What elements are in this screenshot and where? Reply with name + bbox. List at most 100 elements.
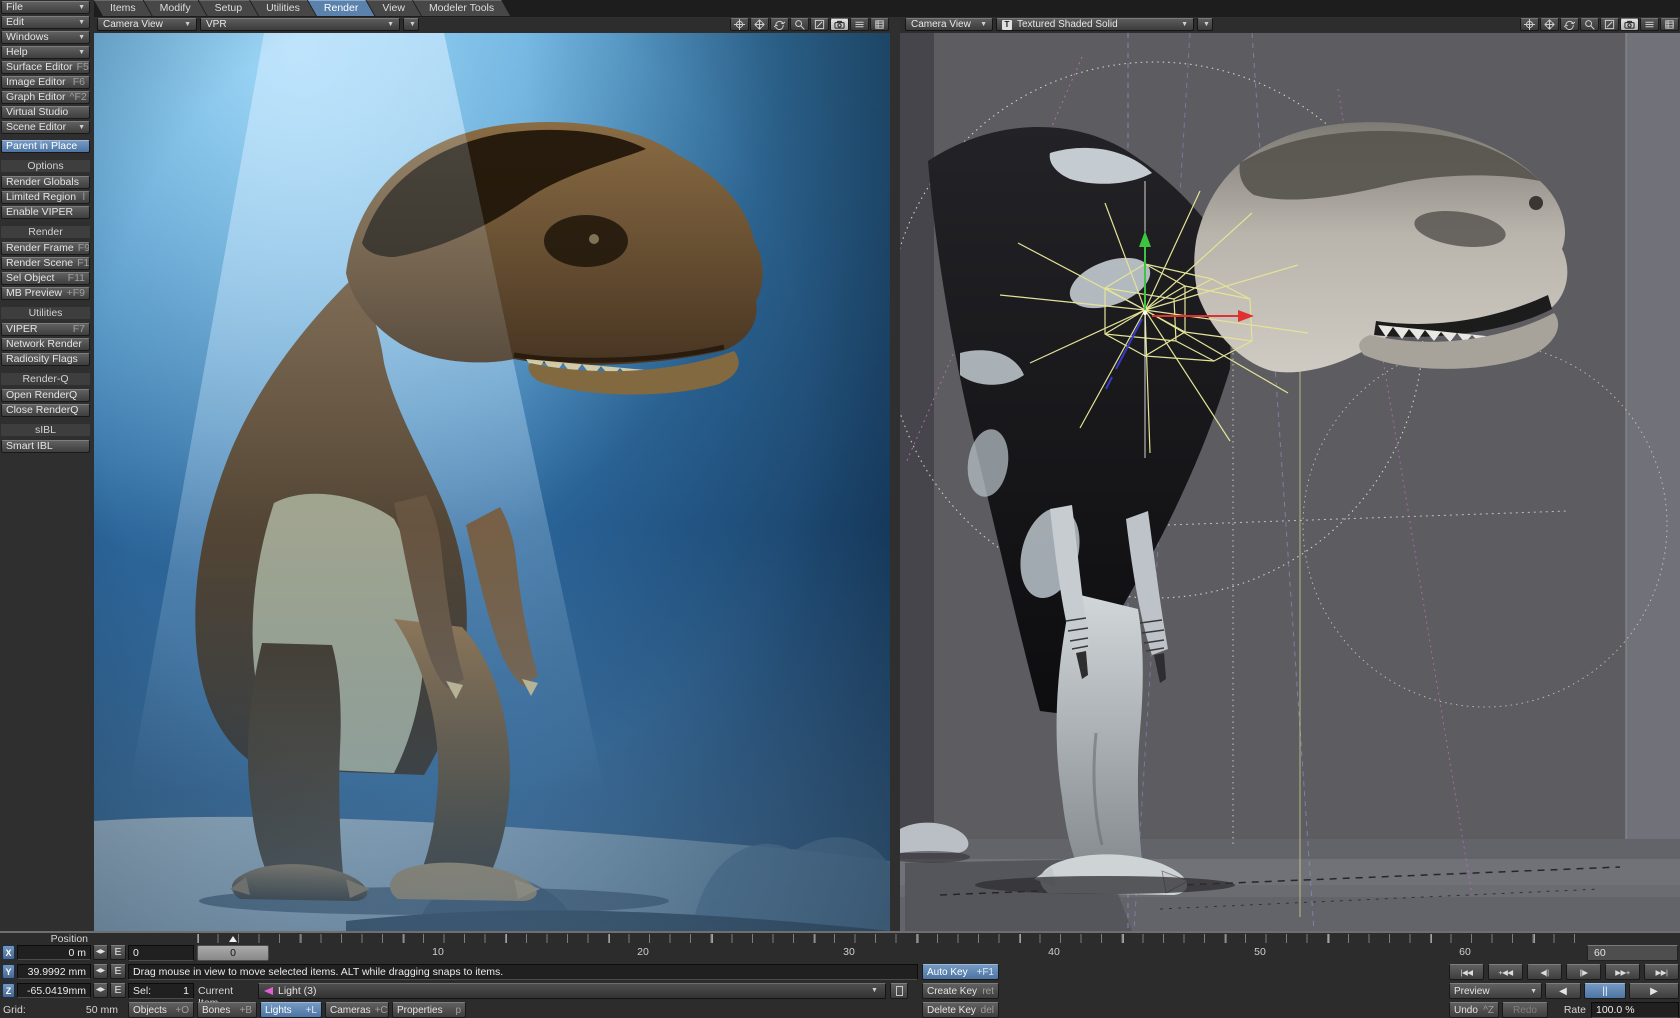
edit-objects-button[interactable]: Objects+O	[128, 1002, 194, 1018]
tab-utilities[interactable]: Utilities	[250, 0, 316, 16]
record-view-icon[interactable]	[1660, 18, 1679, 31]
z-envelope-button[interactable]: E	[110, 983, 126, 998]
right-viewport-options-dropdown[interactable]: ▼	[1197, 18, 1213, 31]
image-editor-button[interactable]: Image EditorF6	[1, 76, 90, 89]
create-key-button[interactable]: Create Keyret	[922, 983, 999, 999]
tab-render[interactable]: Render	[308, 0, 374, 16]
pause-button[interactable]: ||	[1584, 983, 1626, 999]
parent-in-place-button[interactable]: Parent in Place	[1, 140, 90, 153]
left-viewport-canvas[interactable]	[94, 33, 890, 931]
edit-cameras-button[interactable]: Cameras+C	[325, 1002, 389, 1018]
rate-label: Rate	[1552, 1004, 1586, 1016]
position-y-field[interactable]: 39.9992 mm	[17, 964, 91, 979]
render-globals-button[interactable]: Render Globals	[1, 176, 90, 189]
y-stepper[interactable]: ◀▶	[93, 964, 108, 979]
go-last-frame-button[interactable]: ▶▶|	[1644, 964, 1679, 980]
x-stepper[interactable]: ◀▶	[93, 945, 108, 960]
prev-frame-button[interactable]: ◀||	[1527, 964, 1562, 980]
menu-help[interactable]: Help▼	[1, 46, 90, 59]
delete-key-button[interactable]: Delete Keydel	[922, 1002, 999, 1018]
center-item-icon[interactable]	[730, 18, 749, 31]
center-item-icon[interactable]	[1520, 18, 1539, 31]
zoom-view-icon[interactable]	[790, 18, 809, 31]
timeline-ruler[interactable]	[197, 934, 1584, 943]
enable-viper-button[interactable]: Enable VIPER	[1, 206, 90, 219]
camera-view-toggle-icon[interactable]	[830, 18, 849, 31]
position-z-field[interactable]: -65.0419mm	[17, 983, 91, 998]
next-frame-button[interactable]: ||▶	[1566, 964, 1601, 980]
chevron-down-icon[interactable]: ▼	[868, 987, 878, 994]
render-scene-button[interactable]: Render SceneF10	[1, 257, 90, 270]
go-first-frame-button[interactable]: |◀◀	[1449, 964, 1484, 980]
position-x-field[interactable]: 0 m	[17, 945, 91, 960]
auto-key-button[interactable]: Auto Key+F1	[922, 964, 999, 980]
network-render-button[interactable]: Network Render	[1, 338, 90, 351]
play-reverse-button[interactable]: ◀	[1545, 983, 1581, 999]
tab-modify[interactable]: Modify	[144, 0, 207, 16]
timeline-slider-handle[interactable]: 0	[197, 945, 269, 961]
edit-bones-button[interactable]: Bones+B	[197, 1002, 257, 1018]
next-key-button[interactable]: ▶▶+	[1605, 964, 1640, 980]
axis-x-button[interactable]: X	[2, 945, 15, 960]
close-renderq-button[interactable]: Close RenderQ	[1, 404, 90, 417]
right-view-type-dropdown[interactable]: Camera View▼	[905, 18, 993, 31]
label: Smart IBL	[6, 441, 53, 452]
left-view-type-dropdown[interactable]: Camera View▼	[97, 18, 197, 31]
item-list-panel-button[interactable]	[890, 983, 908, 999]
frame-marker-icon	[229, 936, 237, 942]
camera-view-toggle-icon[interactable]	[1620, 18, 1639, 31]
surface-editor-button[interactable]: Surface EditorF5	[1, 61, 90, 74]
menu-file[interactable]: File▼	[1, 1, 90, 14]
axis-y-button[interactable]: Y	[2, 964, 15, 979]
scene-editor-button[interactable]: Scene Editor▼	[1, 121, 90, 134]
shortcut: +C	[371, 1005, 388, 1016]
preview-dropdown[interactable]: Preview▼	[1449, 983, 1542, 999]
tab-modeler-tools[interactable]: Modeler Tools	[413, 0, 510, 16]
left-viewport-options-dropdown[interactable]: ▼	[403, 18, 419, 31]
mb-preview-button[interactable]: MB Preview+F9	[1, 287, 90, 300]
sel-object-button[interactable]: Sel ObjectF11	[1, 272, 90, 285]
rotate-view-icon[interactable]	[770, 18, 789, 31]
menu-edit[interactable]: Edit▼	[1, 16, 90, 29]
viewport-menu-icon[interactable]	[850, 18, 869, 31]
y-envelope-button[interactable]: E	[110, 964, 126, 979]
limited-region-button[interactable]: Limited Regionl	[1, 191, 90, 204]
right-render-mode-dropdown[interactable]: T Textured Shaded Solid▼	[996, 18, 1194, 31]
tab-setup[interactable]: Setup	[199, 0, 258, 16]
move-view-icon[interactable]	[1540, 18, 1559, 31]
tab-items[interactable]: Items	[94, 0, 152, 16]
zoom-view-icon[interactable]	[1580, 18, 1599, 31]
open-renderq-button[interactable]: Open RenderQ	[1, 389, 90, 402]
end-frame-field[interactable]: 60	[1587, 945, 1678, 961]
smart-ibl-button[interactable]: Smart IBL	[1, 440, 90, 453]
graph-editor-button[interactable]: Graph Editor^F2	[1, 91, 90, 104]
z-stepper[interactable]: ◀▶	[93, 983, 108, 998]
section-options: Options	[1, 160, 90, 172]
rate-field[interactable]: 100.0 %	[1591, 1002, 1679, 1018]
render-frame-button[interactable]: Render FrameF9	[1, 242, 90, 255]
tab-view[interactable]: View	[366, 0, 421, 16]
current-frame-field[interactable]: 0	[128, 945, 194, 961]
prev-key-button[interactable]: +◀◀	[1488, 964, 1523, 980]
rotate-view-icon[interactable]	[1560, 18, 1579, 31]
right-viewport-canvas[interactable]	[900, 33, 1680, 931]
radiosity-flags-button[interactable]: Radiosity Flags	[1, 353, 90, 366]
axis-z-button[interactable]: Z	[2, 983, 15, 998]
fit-view-icon[interactable]	[1600, 18, 1619, 31]
viewport-menu-icon[interactable]	[1640, 18, 1659, 31]
viper-button[interactable]: VIPERF7	[1, 323, 90, 336]
edit-lights-button[interactable]: Lights+L	[260, 1002, 322, 1018]
record-view-icon[interactable]	[870, 18, 889, 31]
undo-button[interactable]: Undo^Z	[1449, 1002, 1499, 1018]
label: Network Render	[6, 339, 82, 350]
left-render-mode-dropdown[interactable]: VPR▼	[200, 18, 400, 31]
x-envelope-button[interactable]: E	[110, 945, 126, 960]
fit-view-icon[interactable]	[810, 18, 829, 31]
properties-button[interactable]: Propertiesp	[392, 1002, 466, 1018]
move-view-icon[interactable]	[750, 18, 769, 31]
redo-button[interactable]: Redo	[1502, 1002, 1548, 1018]
menu-windows[interactable]: Windows▼	[1, 31, 90, 44]
current-item-dropdown[interactable]: Light (3)	[258, 983, 886, 999]
play-forward-button[interactable]: ▶	[1629, 983, 1679, 999]
virtual-studio-button[interactable]: Virtual Studio	[1, 106, 90, 119]
